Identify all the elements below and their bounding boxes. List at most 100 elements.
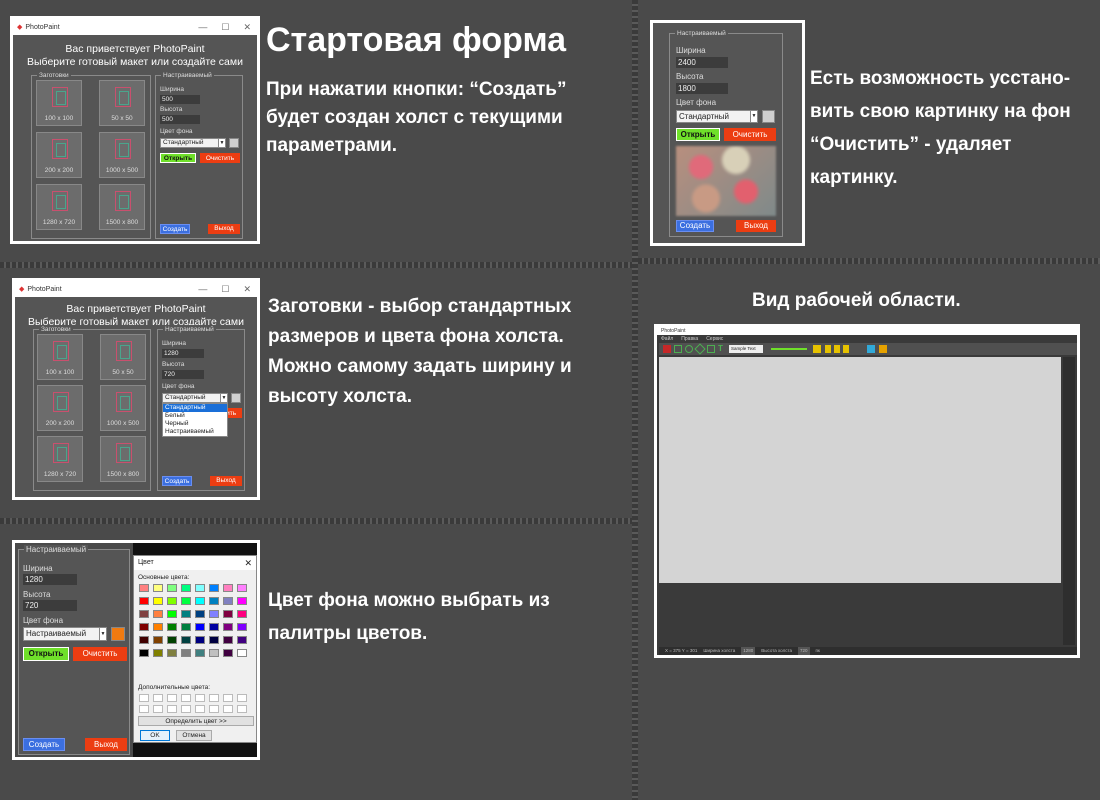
custom-color-slot[interactable]	[209, 705, 219, 713]
ellipse-icon[interactable]	[685, 345, 693, 353]
clear-button[interactable]: Очистить	[200, 153, 240, 163]
palette-swatch[interactable]	[195, 649, 205, 657]
palette-swatch[interactable]	[139, 597, 149, 605]
create-button[interactable]: Создать	[162, 476, 192, 486]
palette-swatch[interactable]	[209, 636, 219, 644]
palette-swatch[interactable]	[223, 584, 233, 592]
palette-swatch[interactable]	[153, 584, 163, 592]
height-input[interactable]: 500	[160, 115, 200, 124]
palette-swatch[interactable]	[153, 623, 163, 631]
palette-swatch[interactable]	[223, 636, 233, 644]
palette-swatch[interactable]	[153, 649, 163, 657]
palette-swatch[interactable]	[181, 597, 191, 605]
palette-swatch[interactable]	[195, 597, 205, 605]
canvas[interactable]	[659, 357, 1061, 583]
menu-edit[interactable]: Правка	[681, 335, 698, 343]
width-input[interactable]: 1280	[162, 349, 204, 358]
pencil-icon[interactable]	[674, 345, 682, 353]
palette-swatch[interactable]	[181, 636, 191, 644]
maximize-icon[interactable]: ☐	[221, 22, 229, 33]
create-button[interactable]: Создать	[160, 224, 190, 234]
palette-swatch[interactable]	[153, 610, 163, 618]
open-button[interactable]: Открыть	[160, 153, 196, 163]
palette-swatch[interactable]	[139, 649, 149, 657]
maximize-icon[interactable]: ☐	[221, 284, 229, 295]
palette-swatch[interactable]	[209, 623, 219, 631]
palette-swatch[interactable]	[237, 610, 247, 618]
palette-swatch[interactable]	[181, 623, 191, 631]
palette-swatch[interactable]	[237, 636, 247, 644]
close-icon[interactable]: ✕	[243, 22, 251, 33]
custom-color-slot[interactable]	[195, 705, 205, 713]
bg-color-select[interactable]: Настраиваемый ▼	[23, 627, 107, 641]
palette-swatch[interactable]	[237, 584, 247, 592]
exit-button[interactable]: Выход	[736, 220, 776, 232]
height-input[interactable]: 720	[23, 600, 77, 611]
bg-color-select[interactable]: Стандартный ▼	[160, 138, 226, 148]
layers-icon[interactable]	[879, 345, 887, 353]
palette-swatch[interactable]	[223, 649, 233, 657]
diamond-icon[interactable]	[694, 343, 706, 355]
bg-color-select[interactable]: Стандартный ▼	[162, 393, 228, 403]
palette-swatch[interactable]	[139, 610, 149, 618]
palette-swatch[interactable]	[209, 649, 219, 657]
bg-color-dropdown[interactable]: Стандартный Белый Черный Настраиваемый	[162, 403, 228, 437]
palette-swatch[interactable]	[181, 584, 191, 592]
palette-swatch[interactable]	[237, 649, 247, 657]
preset-tile[interactable]: 50 x 50	[100, 334, 146, 380]
height-input[interactable]: 720	[162, 370, 204, 379]
text-tool-icon[interactable]: T	[718, 344, 723, 353]
preset-tile[interactable]: 50 x 50	[99, 80, 145, 126]
preset-tile[interactable]: 200 x 200	[36, 132, 82, 178]
open-button[interactable]: Открыть	[23, 647, 69, 661]
rectangle-icon[interactable]	[707, 345, 715, 353]
palette-swatch[interactable]	[195, 623, 205, 631]
preset-tile[interactable]: 100 x 100	[36, 80, 82, 126]
height-input[interactable]: 1800	[676, 83, 728, 94]
palette-swatch[interactable]	[195, 610, 205, 618]
palette-swatch[interactable]	[139, 623, 149, 631]
text-input[interactable]: Sample Text	[729, 345, 763, 353]
dropdown-option[interactable]: Белый	[163, 412, 227, 420]
width-input[interactable]: 1280	[23, 574, 77, 585]
custom-color-slot[interactable]	[139, 705, 149, 713]
palette-swatch[interactable]	[167, 597, 177, 605]
menu-service[interactable]: Сервис	[706, 335, 723, 343]
bucket-icon[interactable]	[867, 345, 875, 353]
bg-color-swatch[interactable]	[229, 138, 239, 148]
palette-swatch[interactable]	[167, 649, 177, 657]
shape-tools-icon[interactable]	[825, 345, 851, 353]
color-swatch-icon[interactable]	[663, 345, 671, 353]
palette-swatch[interactable]	[139, 636, 149, 644]
custom-color-slot[interactable]	[167, 705, 177, 713]
palette-swatch[interactable]	[167, 610, 177, 618]
palette-swatch[interactable]	[223, 610, 233, 618]
bg-color-swatch[interactable]	[231, 393, 241, 403]
custom-color-slot[interactable]	[153, 705, 163, 713]
preset-tile[interactable]: 1000 x 500	[99, 132, 145, 178]
preset-tile[interactable]: 1280 x 720	[37, 436, 83, 482]
clear-button[interactable]: Очистить	[724, 128, 776, 141]
custom-color-slot[interactable]	[181, 705, 191, 713]
clear-button[interactable]: Очистить	[73, 647, 127, 661]
preset-tile[interactable]: 1500 x 800	[100, 436, 146, 482]
palette-swatch[interactable]	[209, 597, 219, 605]
dropdown-option[interactable]: Настраиваемый	[163, 428, 227, 436]
custom-color-slot[interactable]	[153, 694, 163, 702]
palette-swatch[interactable]	[153, 597, 163, 605]
preset-tile[interactable]: 1500 x 800	[99, 184, 145, 230]
width-input[interactable]: 500	[160, 95, 200, 104]
custom-color-slot[interactable]	[223, 705, 233, 713]
create-button[interactable]: Создать	[676, 220, 714, 232]
palette-swatch[interactable]	[209, 584, 219, 592]
minimize-icon[interactable]: —	[198, 284, 207, 295]
preset-tile[interactable]: 100 x 100	[37, 334, 83, 380]
custom-color-slot[interactable]	[237, 705, 247, 713]
palette-swatch[interactable]	[167, 584, 177, 592]
palette-swatch[interactable]	[153, 636, 163, 644]
custom-color-slot[interactable]	[139, 694, 149, 702]
dropdown-option[interactable]: Стандартный	[163, 404, 227, 412]
define-color-button[interactable]: Определить цвет >>	[138, 716, 254, 726]
custom-color-slot[interactable]	[195, 694, 205, 702]
create-button[interactable]: Создать	[23, 738, 65, 751]
